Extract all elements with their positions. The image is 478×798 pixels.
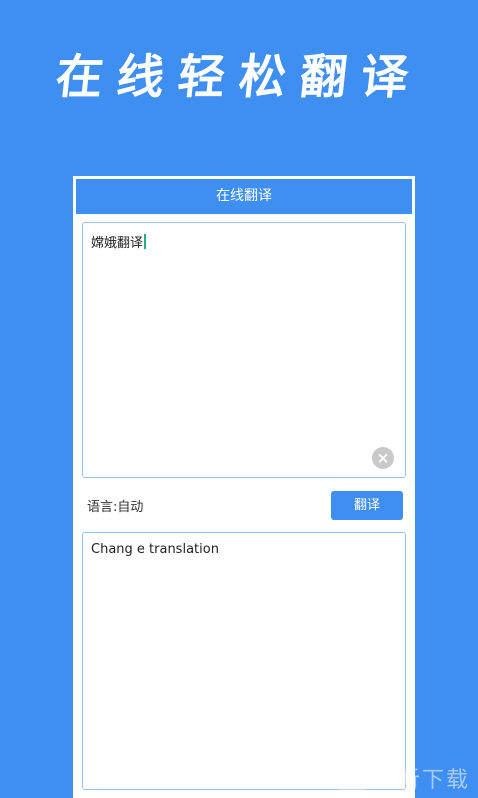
promo-title: 在线轻松翻译 <box>53 50 425 105</box>
app-screen: 在线翻译 嫦娥翻译 × 语言:自动 翻译 Chang e translation <box>73 176 415 798</box>
watermark-text: 一听下载 <box>373 768 470 793</box>
text-cursor <box>144 234 147 249</box>
result-text-value: Chang e translation <box>91 542 219 557</box>
source-text-area[interactable]: 嫦娥翻译 × <box>82 222 406 478</box>
translate-button[interactable]: 翻译 <box>331 491 403 520</box>
result-text-area: Chang e translation <box>82 532 406 790</box>
app-title: 在线翻译 <box>76 179 412 214</box>
close-icon[interactable]: × <box>372 447 394 469</box>
watermark: 听 一听下载 <box>337 762 470 794</box>
watermark-logo: 听 <box>337 764 366 792</box>
source-text-value: 嫦娥翻译 <box>91 232 147 251</box>
language-label: 语言:自动 <box>87 500 144 515</box>
